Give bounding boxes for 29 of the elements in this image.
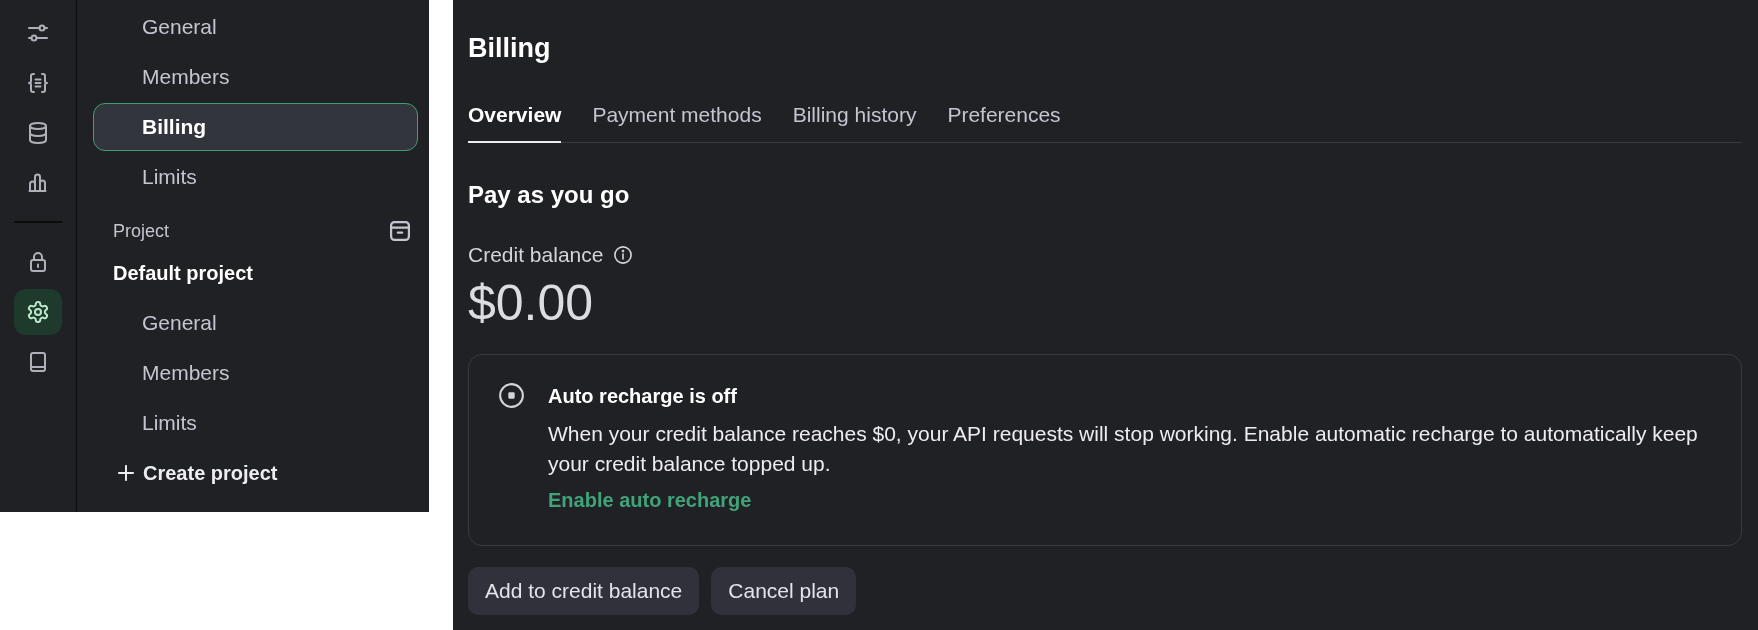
database-icon[interactable] — [26, 121, 50, 145]
card-title: Auto recharge is off — [548, 384, 737, 409]
tab[interactable]: Preferences — [947, 95, 1061, 143]
card-description: When your credit balance reaches $0, your API requests will stop working. Enable automatic recharge to automatically keep your credit balance topped up. — [548, 421, 1699, 477]
section-title: Pay as you go — [468, 180, 631, 210]
nav-item[interactable]: General — [93, 299, 418, 347]
page-title: Billing — [468, 32, 552, 64]
plus-icon — [118, 465, 134, 481]
create-project-button[interactable]: Create project — [93, 449, 278, 497]
tab[interactable]: Billing history — [792, 95, 917, 143]
section-label: Project — [113, 220, 170, 242]
enable-link[interactable]: Enable auto recharge — [548, 487, 752, 513]
info-icon[interactable] — [614, 246, 633, 264]
braces-icon[interactable] — [26, 71, 50, 95]
action-button[interactable]: Add to credit balance — [468, 567, 700, 615]
tab[interactable]: Payment methods — [592, 95, 762, 143]
nav-item[interactable]: Limits — [93, 153, 418, 201]
settings-icon[interactable] — [14, 289, 62, 335]
nav-item[interactable]: Limits — [93, 399, 418, 447]
action-button[interactable]: Cancel plan — [711, 567, 857, 615]
nav-item[interactable]: Members — [93, 53, 418, 101]
archive-icon[interactable] — [390, 221, 410, 241]
nav-item[interactable]: General — [93, 3, 418, 51]
project-name: Default project — [112, 260, 255, 286]
balance-amount: $0.00 — [468, 275, 594, 331]
nav-item[interactable]: Members — [93, 349, 418, 397]
nav-item[interactable]: Billing — [93, 103, 418, 151]
balance-label: Credit balance — [468, 243, 604, 267]
tab[interactable]: Overview — [468, 95, 562, 143]
